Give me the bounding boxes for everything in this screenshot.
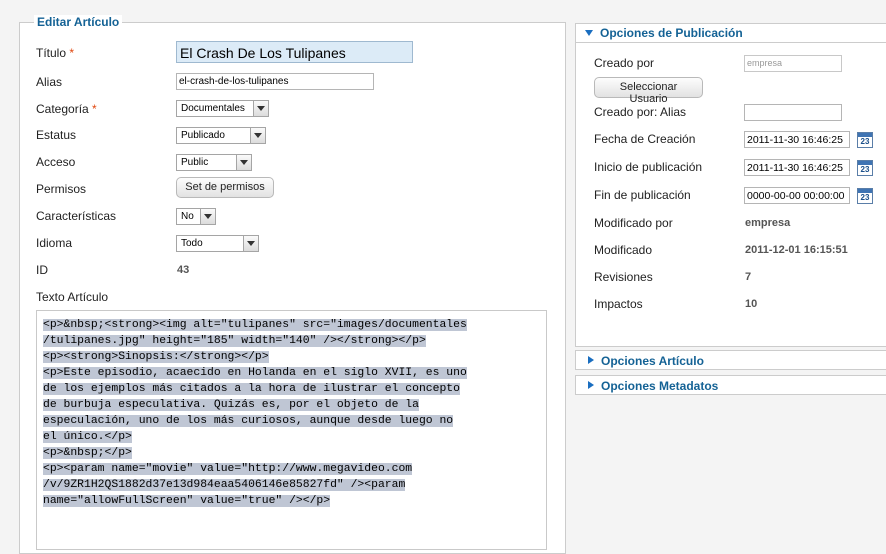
modificado-label: Modificado [594, 243, 653, 257]
opciones-articulo-header[interactable]: Opciones Artículo [575, 350, 886, 370]
seleccionar-usuario-button[interactable]: Seleccionar Usuario [594, 77, 703, 105]
fin-publicacion-label: Fin de publicación [594, 188, 691, 202]
editor-line: de los ejemplos más citados a la hora de… [43, 383, 460, 395]
impactos-value: 10 [745, 298, 758, 310]
modificado-por-label: Modificado por [594, 216, 673, 230]
alias-input[interactable]: el-crash-de-los-tulipanes [176, 73, 374, 90]
creado-por-alias-input[interactable] [744, 104, 842, 121]
acceso-select[interactable]: Public [176, 154, 252, 171]
fecha-creacion-input[interactable]: 2011-11-30 16:46:25 [744, 131, 850, 148]
modificado-value: 2011-12-01 16:15:51 [745, 244, 848, 256]
creado-por-label: Creado por [594, 56, 655, 70]
editor-line: name="allowFullScreen" value="true" /></… [43, 495, 331, 507]
editor-line: <p>&nbsp;</p> [43, 447, 132, 459]
id-value: 43 [177, 264, 190, 276]
editor-line: <p><param name="movie" value="http://www… [43, 463, 413, 475]
chevron-down-icon [200, 209, 215, 224]
editor-line: /tulipanes.jpg" height="185" width="140"… [43, 335, 426, 347]
calendar-icon[interactable]: 23 [857, 160, 873, 176]
titulo-input[interactable]: El Crash De Los Tulipanes [176, 41, 413, 63]
permisos-label: Permisos [36, 182, 87, 196]
categoria-label: Categoría * [36, 102, 97, 116]
texto-articulo-label: Texto Artículo [36, 290, 109, 304]
publicacion-header[interactable]: Opciones de Publicación [575, 23, 886, 43]
collapsed-arrow-icon [588, 381, 594, 389]
calendar-icon[interactable]: 23 [857, 132, 873, 148]
inicio-publicacion-input[interactable]: 2011-11-30 16:46:25 [744, 159, 850, 176]
categoria-select[interactable]: Documentales [176, 100, 269, 117]
caracteristicas-select[interactable]: No [176, 208, 216, 225]
collapsed-arrow-icon [588, 356, 594, 364]
idioma-select[interactable]: Todo [176, 235, 259, 252]
opciones-metadatos-header[interactable]: Opciones Metadatos [575, 375, 886, 395]
revisiones-value: 7 [745, 271, 752, 283]
editor-line: /v/9ZR1H2QS1882d37e13d984eaa5406146e8582… [43, 479, 406, 491]
editor-line: especulación, uno de los más curiosos, a… [43, 415, 454, 427]
editor-line: de burbuja especulativa. Quizás es, por … [43, 399, 419, 411]
chevron-down-icon [243, 236, 258, 251]
editor-line: <p>Este episodio, acaecido en Holanda en… [43, 367, 467, 379]
modificado-por-value: empresa [745, 217, 791, 229]
fecha-creacion-label: Fecha de Creación [594, 132, 696, 146]
editor-line: <p><strong>Sinopsis:</strong></p> [43, 351, 269, 363]
fieldset-legend: Editar Artículo [34, 15, 123, 29]
editor-line: el único.</p> [43, 431, 132, 443]
estatus-label: Estatus [36, 128, 77, 142]
titulo-label: Título * [36, 46, 75, 60]
article-text-editor[interactable]: <p>&nbsp;<strong><img alt="tulipanes" sr… [36, 310, 547, 550]
expanded-arrow-icon [585, 30, 593, 36]
id-label: ID [36, 263, 48, 277]
idioma-label: Idioma [36, 236, 73, 250]
creado-por-alias-label: Creado por: Alias [594, 105, 687, 119]
fin-publicacion-input[interactable]: 0000-00-00 00:00:00 [744, 187, 850, 204]
editor-line: <p>&nbsp;<strong><img alt="tulipanes" sr… [43, 319, 467, 331]
chevron-down-icon [253, 101, 268, 116]
alias-label: Alias [36, 75, 63, 89]
impactos-label: Impactos [594, 297, 643, 311]
caracteristicas-label: Características [36, 209, 117, 223]
calendar-icon[interactable]: 23 [857, 188, 873, 204]
set-permisos-button[interactable]: Set de permisos [176, 177, 274, 198]
chevron-down-icon [250, 128, 265, 143]
chevron-down-icon [236, 155, 251, 170]
estatus-select[interactable]: Publicado [176, 127, 266, 144]
creado-por-input: empresa [744, 55, 842, 72]
revisiones-label: Revisiones [594, 270, 653, 284]
inicio-publicacion-label: Inicio de publicación [594, 160, 703, 174]
acceso-label: Acceso [36, 155, 76, 169]
